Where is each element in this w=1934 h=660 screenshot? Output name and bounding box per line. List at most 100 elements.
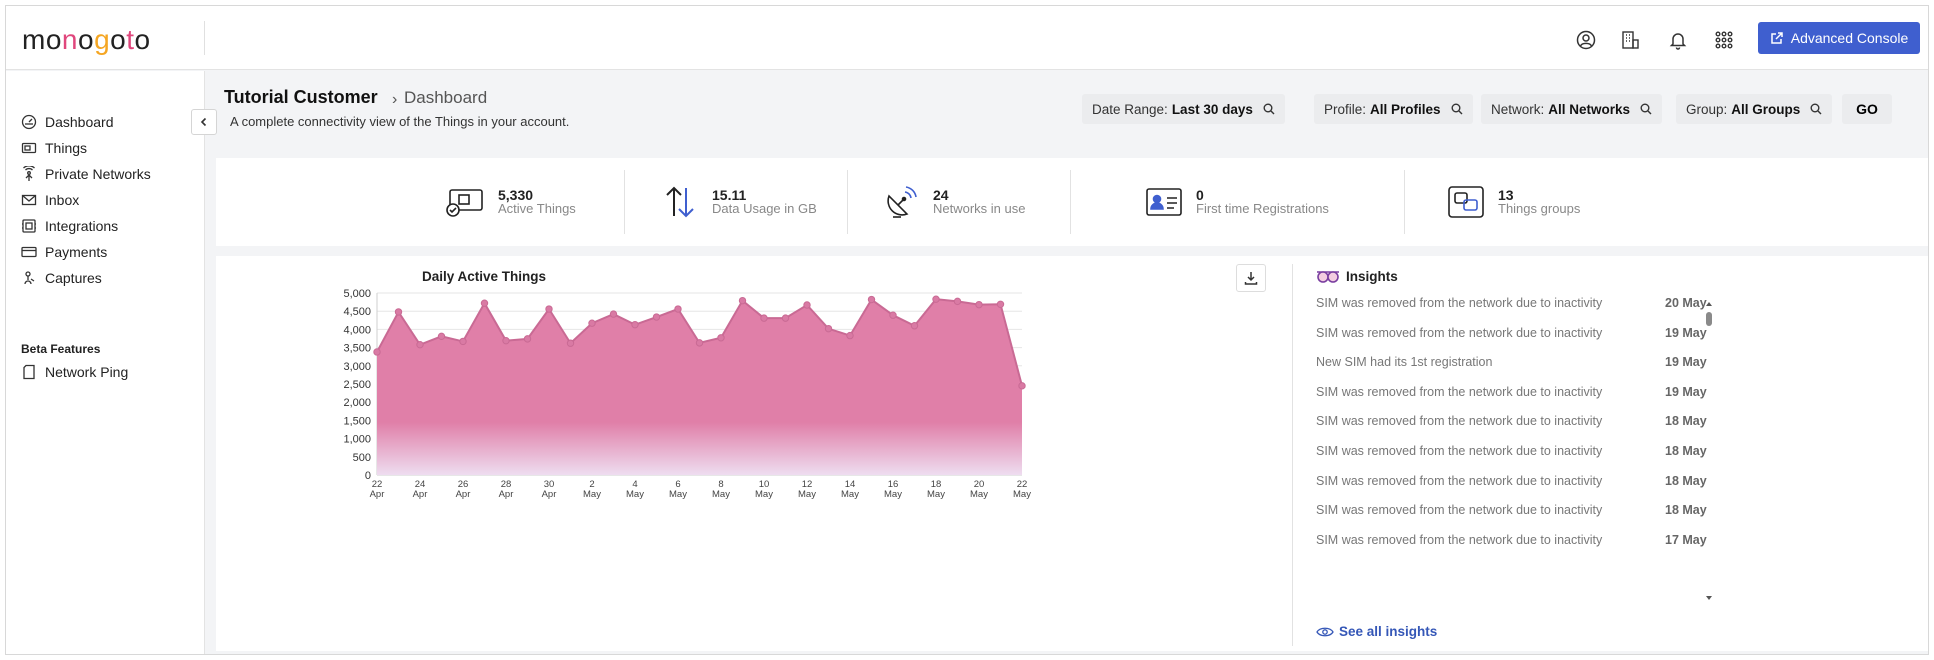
apps-grid-icon[interactable]	[1712, 28, 1736, 52]
sidebar-item-label: Captures	[45, 270, 102, 286]
breadcrumb-current: Dashboard	[404, 88, 488, 107]
stat-divider	[1070, 170, 1071, 234]
data-point	[373, 348, 381, 356]
sidebar-item-payments[interactable]: Payments	[21, 241, 107, 263]
profile-filter[interactable]: Profile: All Profiles	[1314, 94, 1473, 124]
date-range-filter[interactable]: Date Range: Last 30 days	[1082, 94, 1285, 124]
sidebar-item-label: Payments	[45, 244, 108, 260]
groups-icon	[1444, 180, 1488, 224]
stat-divider	[624, 170, 625, 234]
network-filter[interactable]: Network: All Networks	[1481, 94, 1663, 124]
x-tick-month: May	[884, 489, 902, 500]
data-point	[932, 295, 940, 303]
data-point	[760, 314, 768, 322]
filter-label: Group:	[1686, 101, 1728, 117]
see-all-insights-link[interactable]: See all insights	[1316, 624, 1437, 639]
advanced-console-button[interactable]: Advanced Console	[1758, 22, 1920, 54]
insight-row[interactable]: SIM was removed from the network due to …	[1316, 444, 1916, 464]
filter-label: Profile:	[1324, 101, 1367, 117]
stat-value: 15.11	[712, 187, 747, 203]
data-point	[437, 332, 446, 341]
stat-value: 0	[1196, 187, 1204, 203]
insight-row[interactable]: SIM was removed from the network due to …	[1316, 385, 1916, 405]
sidebar-item-label: Dashboard	[45, 114, 114, 130]
sidebar-item-dashboard[interactable]: Dashboard	[21, 111, 114, 133]
insight-text: SIM was removed from the network due to …	[1316, 325, 1603, 340]
data-point	[996, 300, 1005, 308]
go-button[interactable]: GO	[1842, 94, 1892, 124]
insight-text: SIM was removed from the network due to …	[1316, 503, 1603, 518]
area-fill	[377, 299, 1022, 475]
user-circle-icon[interactable]	[1574, 28, 1598, 52]
data-point	[717, 334, 725, 342]
insight-date: 18 May	[1665, 503, 1707, 518]
building-icon[interactable]	[1618, 28, 1642, 52]
ping-icon	[23, 364, 35, 380]
insight-row[interactable]: SIM was removed from the network due to …	[1316, 474, 1916, 494]
y-tick-label: 3,000	[343, 361, 371, 373]
insight-date: 19 May	[1665, 325, 1707, 340]
sidebar-item-integrations[interactable]: Integrations	[21, 215, 118, 237]
x-tick-month: May	[970, 489, 988, 500]
stat-networks: 24 Networks in use	[879, 158, 1025, 246]
dashboard-icon	[21, 114, 37, 130]
insight-text: SIM was removed from the network due to …	[1316, 444, 1603, 458]
stat-things-groups: 13 Things groups	[1444, 158, 1580, 246]
sidebar-item-inbox[interactable]: Inbox	[21, 189, 79, 211]
satellite-dish-icon	[879, 180, 923, 224]
filter-label: Date Range:	[1092, 101, 1168, 117]
logo[interactable]: monogoto monogoto	[22, 24, 151, 56]
insight-row[interactable]: SIM was removed from the network due to …	[1316, 533, 1916, 553]
data-point	[523, 335, 532, 343]
data-point	[803, 301, 811, 309]
insight-row[interactable]: SIM was removed from the network due to …	[1316, 326, 1916, 346]
x-tick-month: May	[841, 489, 859, 500]
sidebar-item-captures[interactable]: Captures	[21, 267, 102, 289]
insight-row[interactable]: SIM was removed from the network due to …	[1316, 503, 1916, 523]
x-tick-month: May	[669, 489, 687, 500]
stat-value: 24	[933, 187, 949, 203]
sidebar-item-things[interactable]: Things	[21, 137, 87, 159]
insight-row[interactable]: SIM was removed from the network due to …	[1316, 296, 1916, 316]
y-tick-label: 2,500	[343, 379, 371, 391]
stat-label: Data Usage in GB	[712, 201, 817, 216]
stat-divider	[847, 170, 848, 234]
sidebar-item-label: Inbox	[45, 192, 80, 208]
insight-row[interactable]: SIM was removed from the network due to …	[1316, 414, 1916, 434]
x-tick-month: May	[712, 489, 730, 500]
collapse-sidebar-button[interactable]	[191, 109, 217, 135]
data-point	[975, 300, 983, 309]
x-tick-month: May	[583, 489, 601, 500]
sidebar-item-network-ping[interactable]: Network Ping	[21, 361, 128, 383]
main-card: Daily Active Things 0 500 1,000 1,500 2,000 2…	[216, 256, 1928, 651]
beta-features-heading: Beta Features	[21, 342, 101, 356]
x-tick-month: May	[798, 489, 816, 500]
insight-text: New SIM had its 1st registration	[1316, 355, 1493, 370]
search-icon	[1263, 103, 1275, 115]
x-tick-month: Apr	[542, 489, 557, 500]
data-point	[480, 299, 489, 307]
captures-icon	[24, 271, 35, 285]
y-tick-label: 500	[353, 452, 371, 464]
group-filter[interactable]: Group: All Groups	[1676, 94, 1833, 124]
insight-row[interactable]: New SIM had its 1st registration 19 May	[1316, 355, 1916, 375]
data-point	[824, 324, 833, 333]
page-subtitle: A complete connectivity view of the Thin…	[230, 114, 570, 129]
sidebar-item-private-networks[interactable]: Private Networks	[21, 163, 151, 185]
bell-icon[interactable]	[1666, 28, 1690, 52]
y-tick-label: 3,500	[343, 343, 371, 355]
app-window: monogoto monogoto Advanced Console Dashb…	[5, 5, 1929, 655]
card-divider	[1292, 264, 1293, 646]
breadcrumb-separator: ›	[392, 91, 398, 108]
filter-value: Last 30 days	[1171, 101, 1253, 117]
data-point	[910, 322, 919, 330]
search-icon	[1810, 103, 1822, 115]
top-bar: monogoto monogoto Advanced Console	[6, 6, 1928, 70]
arrows-up-down-icon	[658, 180, 702, 224]
insights-scrollbar[interactable]	[1704, 300, 1714, 602]
sidebar-item-label: Integrations	[45, 218, 119, 234]
insights-list: SIM was removed from the network due to …	[1316, 286, 1916, 554]
y-tick-label: 2,000	[343, 397, 371, 409]
y-tick-label: 4,000	[343, 324, 371, 336]
stat-data-usage: 15.11 Data Usage in GB	[658, 158, 817, 246]
